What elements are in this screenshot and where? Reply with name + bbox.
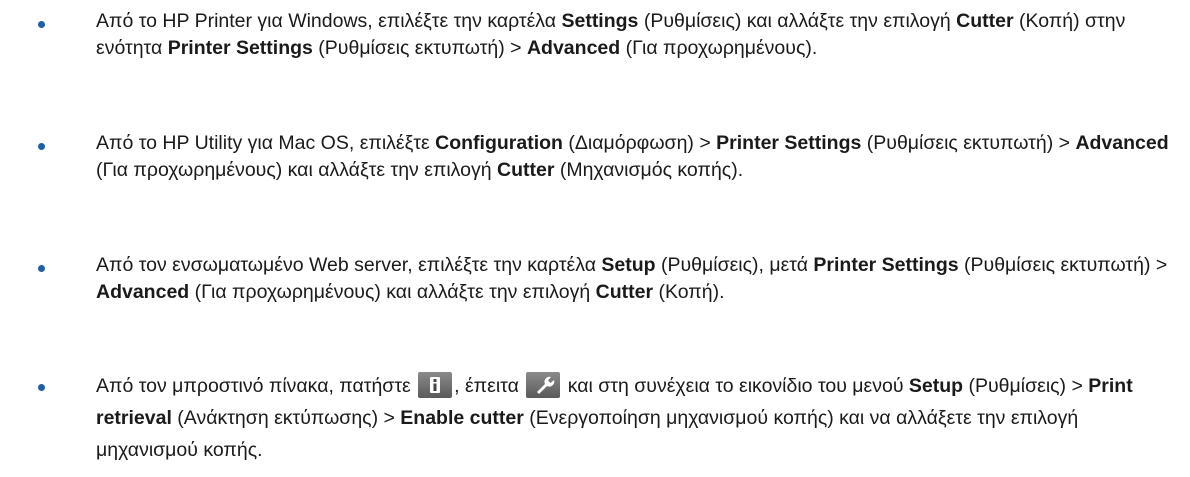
text-run: Από το HP Utility για Mac OS, επιλέξτε	[96, 132, 436, 154]
text-run: (Κοπή).	[653, 281, 725, 303]
text-run: και στη συνέχεια το εικονίδιο του μενού	[562, 375, 909, 397]
bold-term: Advanced	[1075, 132, 1169, 154]
text-run: (Ρυθμίσεις) >	[963, 375, 1089, 397]
bold-term: Advanced	[526, 37, 621, 59]
bold-term: Printer Settings	[716, 132, 862, 154]
bold-term: Printer Settings	[167, 37, 313, 59]
text-run: (Ρυθμίσεις) και αλλάξτε την επιλογή	[638, 10, 957, 32]
bold-term: Setup	[908, 375, 964, 397]
text-run: (Ρυθμίσεις εκτυπωτή) >	[861, 132, 1076, 154]
bold-term: Configuration	[435, 132, 563, 154]
text-run: (Μηχανισμός κοπής).	[554, 159, 744, 181]
bold-term: Setup	[601, 254, 656, 276]
text-run: , έπειτα	[454, 375, 525, 397]
list-item-text: Από τον ενσωματωμένο Web server, επιλέξτ…	[96, 252, 1176, 306]
bullet	[38, 384, 45, 391]
text-run: (Ρυθμίσεις), μετά	[655, 254, 814, 276]
bold-term: Cutter	[956, 10, 1014, 32]
list-item-text: Από το HP Utility για Mac OS, επιλέξτε C…	[96, 130, 1176, 184]
bullet	[38, 143, 45, 150]
text-run: (Ρυθμίσεις εκτυπωτή) >	[312, 37, 527, 59]
text-run: (Ανάκτηση εκτύπωσης) >	[171, 407, 401, 429]
info-icon	[418, 371, 453, 398]
text-run: (Για προχωρημένους).	[620, 37, 818, 59]
text-run: (Για προχωρημένους) και αλλάξτε την επιλ…	[189, 281, 596, 303]
bold-term: Enable cutter	[400, 407, 524, 429]
text-run: Από τον ενσωματωμένο Web server, επιλέξτ…	[96, 254, 602, 276]
wrench-icon	[526, 371, 561, 398]
text-run: (Για προχωρημένους) και αλλάξτε την επιλ…	[96, 159, 497, 181]
bullet	[38, 265, 45, 272]
bold-term: Printer Settings	[813, 254, 959, 276]
text-run: (Ρυθμίσεις εκτυπωτή) >	[958, 254, 1168, 276]
bullet	[38, 21, 45, 28]
list-item-text: Από τον μπροστινό πίνακα, πατήστε , έπει…	[96, 370, 1176, 466]
text-run: Από το HP Printer για Windows, επιλέξτε …	[96, 10, 562, 32]
list-item-text: Από το HP Printer για Windows, επιλέξτε …	[96, 8, 1176, 62]
bold-term: Settings	[561, 10, 639, 32]
text-run: (Διαμόρφωση) >	[562, 132, 717, 154]
bold-term: Advanced	[96, 281, 190, 303]
text-run: Από τον μπροστινό πίνακα, πατήστε	[96, 375, 417, 397]
bold-term: Cutter	[595, 281, 654, 303]
bold-term: Cutter	[497, 159, 555, 181]
